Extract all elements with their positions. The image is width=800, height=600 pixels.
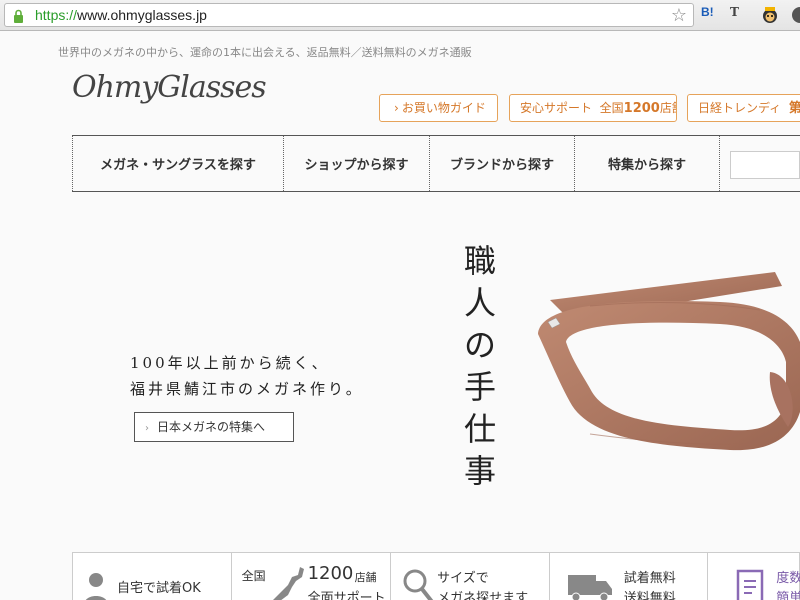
nav-feature-search[interactable]: 特集から探す	[574, 136, 719, 191]
monkey-extension-icon[interactable]	[760, 5, 780, 25]
feature-home-tryon[interactable]: 自宅で試着OK	[73, 553, 232, 600]
hero-banner[interactable]: 職 人 の 手 仕 事 100年以上前から続く、 福井県鯖江市のメガネ作り。 ›…	[0, 202, 800, 542]
shopping-guide-button[interactable]: › お買い物ガイド	[379, 94, 498, 122]
dark-extension-icon[interactable]	[790, 5, 800, 25]
site-tagline: 世界中のメガネの中から、運命の1本に出会える、返品無料／送料無料のメガネ通販	[58, 46, 472, 59]
page: 世界中のメガネの中から、運命の1本に出会える、返品無料／送料無料のメガネ通販 O…	[0, 32, 800, 600]
trendy-ranking-button[interactable]: 日経トレンディ 第1位	[687, 94, 800, 122]
chevron-right-icon: ›	[145, 423, 149, 434]
site-logo[interactable]: OhmyGlasses	[72, 70, 267, 130]
hero-vertical-title: 職 人 の 手 仕 事	[463, 242, 496, 490]
nav-brand-search[interactable]: ブランドから探す	[429, 136, 574, 191]
feature-prescription[interactable]: 度数 簡単	[708, 553, 800, 600]
truck-icon	[567, 575, 612, 600]
search-input[interactable]	[730, 151, 800, 179]
text-extension-icon[interactable]: T	[730, 5, 750, 25]
wooden-glasses-image	[538, 272, 800, 451]
feature-size-search[interactable]: サイズで メガネ探せます	[391, 553, 550, 600]
hero-subtitle: 100年以上前から続く、 福井県鯖江市のメガネ作り。	[130, 354, 364, 398]
browser-toolbar: https://www.ohmyglasses.jp ☆ B! T	[0, 0, 800, 31]
hatena-bookmark-icon[interactable]: B!	[701, 5, 721, 25]
feature-free-shipping[interactable]: 試着無料 送料無料	[550, 553, 709, 600]
document-icon	[737, 569, 764, 600]
main-nav: メガネ・サングラスを探す ショップから探す ブランドから探す 特集から探す	[72, 135, 800, 192]
nav-glasses-search[interactable]: メガネ・サングラスを探す	[72, 136, 283, 191]
japan-glasses-feature-link[interactable]: › 日本メガネの特集へ	[134, 412, 294, 442]
nav-search-area	[719, 136, 800, 191]
feature-strip: 自宅で試着OK 全国 1200 店舗 全面サポート サイズで メガネ探せます 試…	[72, 552, 800, 600]
address-bar[interactable]: https://www.ohmyglasses.jp ☆	[4, 3, 694, 27]
person-icon	[86, 573, 106, 600]
lock-icon	[14, 9, 23, 23]
support-button[interactable]: 安心サポート 全国1200店舗	[509, 94, 677, 122]
feature-nationwide-support[interactable]: 全国 1200 店舗 全面サポート	[232, 553, 392, 600]
url-text: https://www.ohmyglasses.jp	[35, 7, 207, 23]
nav-shop-search[interactable]: ショップから探す	[283, 136, 429, 191]
bookmark-star-icon[interactable]: ☆	[671, 5, 687, 26]
magnifier-icon	[403, 569, 434, 600]
japan-map-icon	[272, 563, 304, 600]
